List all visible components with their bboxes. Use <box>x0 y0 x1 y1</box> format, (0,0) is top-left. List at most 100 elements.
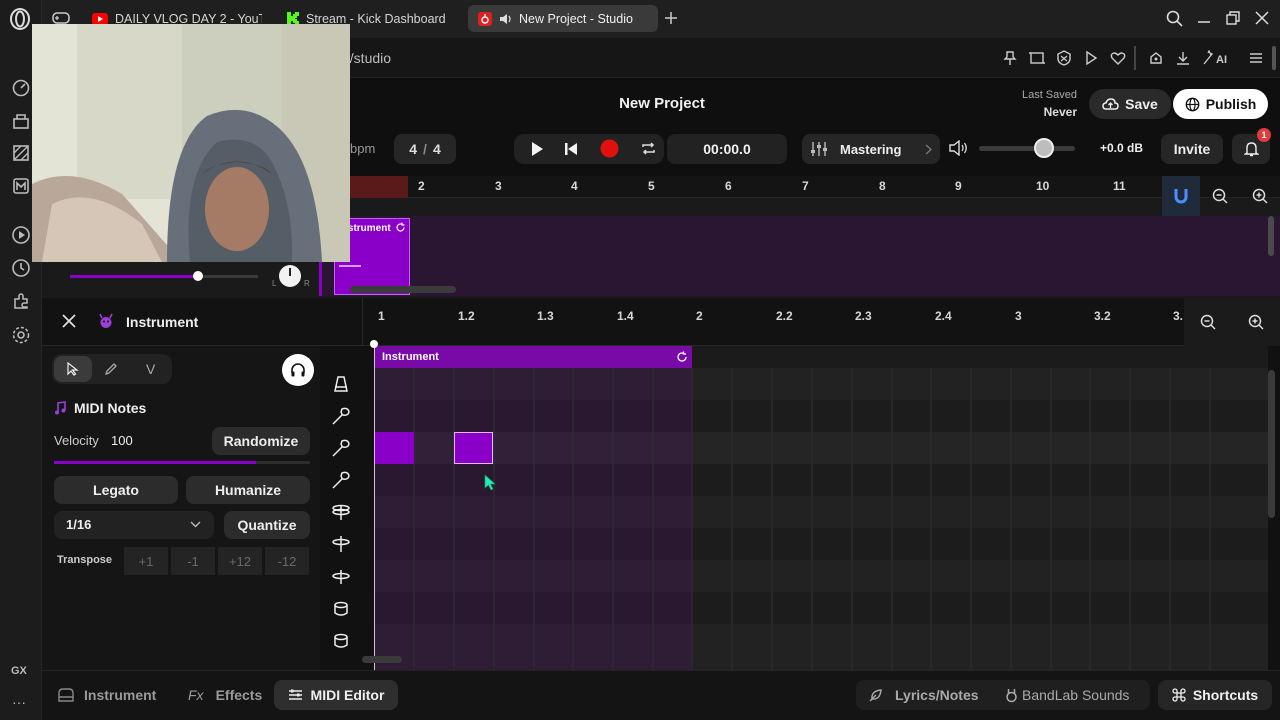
project-title[interactable]: New Project <box>562 95 762 112</box>
quantize-button[interactable]: Quantize <box>224 511 310 539</box>
editor-region-header[interactable]: Instrument <box>374 346 692 368</box>
close-window-icon[interactable] <box>1254 10 1270 26</box>
preview-headphones-button[interactable] <box>282 354 314 386</box>
extensions-icon[interactable] <box>11 291 31 311</box>
invite-button[interactable]: Invite <box>1161 134 1223 164</box>
volume-speaker-icon[interactable] <box>949 140 969 156</box>
velocity-slider[interactable] <box>54 461 310 464</box>
loop-icon[interactable] <box>640 140 657 157</box>
drumstick-icon[interactable] <box>330 469 352 491</box>
drumstick-icon[interactable] <box>330 405 352 427</box>
gamepad-icon[interactable] <box>52 11 70 25</box>
midi-note-selected[interactable] <box>454 432 493 464</box>
editor-ruler-label: 3. <box>1173 309 1184 323</box>
tab-midi-editor[interactable]: MIDI Editor <box>274 680 398 710</box>
zoom-out-icon[interactable] <box>1212 188 1228 204</box>
adblock-icon[interactable] <box>1056 50 1072 66</box>
master-volume-slider[interactable] <box>979 146 1075 151</box>
shortcuts-button[interactable]: Shortcuts <box>1158 680 1272 710</box>
ride-cymbal-icon[interactable] <box>330 565 352 587</box>
fx-icon: Fx <box>188 687 204 703</box>
ai-icon[interactable]: AI <box>1202 50 1230 66</box>
tab-bandlab-studio[interactable]: New Project - Studio <box>468 5 658 32</box>
gx-control-icon[interactable] <box>11 111 31 131</box>
play-icon[interactable] <box>530 141 544 157</box>
legato-button[interactable]: Legato <box>54 476 178 504</box>
drumstick-icon[interactable] <box>330 437 352 459</box>
track-volume-thumb[interactable] <box>193 271 203 281</box>
pan-knob[interactable] <box>279 265 301 287</box>
pin-icon[interactable] <box>1002 50 1018 66</box>
randomize-button[interactable]: Randomize <box>212 427 310 455</box>
search-icon[interactable] <box>1166 10 1183 27</box>
settings-gear-icon[interactable] <box>11 325 31 345</box>
download-icon[interactable] <box>1175 50 1191 66</box>
pan-knob-indicator <box>289 268 291 276</box>
bandlab-sounds-button[interactable]: BandLab Sounds <box>1004 680 1129 710</box>
heart-icon[interactable] <box>1110 50 1126 66</box>
scrollbar[interactable] <box>1272 46 1276 70</box>
velocity-tool[interactable]: V <box>146 361 155 377</box>
speed-dial-icon[interactable] <box>11 78 31 98</box>
cowbell-icon[interactable] <box>330 373 352 395</box>
tom-drum-icon[interactable] <box>330 598 352 620</box>
velocity-value[interactable]: 100 <box>111 433 133 448</box>
hihat-icon[interactable] <box>330 501 352 523</box>
playhead[interactable] <box>319 262 322 296</box>
transpose-minus-12-button[interactable]: -12 <box>265 547 309 575</box>
track-volume-fill <box>70 275 198 278</box>
grid-select[interactable]: 1/16 <box>54 511 214 539</box>
play-page-icon[interactable] <box>1083 50 1099 66</box>
editor-h-scrollbar[interactable] <box>362 656 402 663</box>
restore-icon[interactable] <box>1225 10 1241 26</box>
arrange-v-scrollbar[interactable] <box>1268 216 1274 256</box>
arrange-h-scrollbar[interactable] <box>350 286 456 293</box>
grid-select-value: 1/16 <box>66 517 92 532</box>
snapshot-icon[interactable] <box>1029 50 1045 66</box>
editor-ruler-label: 1 <box>378 309 385 323</box>
messenger-icon[interactable] <box>11 176 31 196</box>
new-tab-plus-icon[interactable] <box>664 11 678 25</box>
loop-range-marker[interactable] <box>350 176 408 198</box>
editor-v-scrollbar[interactable] <box>1268 370 1275 518</box>
opera-logo-icon[interactable] <box>9 8 31 30</box>
mastering-button[interactable]: Mastering <box>802 134 940 164</box>
tom-drum-icon[interactable] <box>330 630 352 652</box>
menu-lines-icon[interactable] <box>1248 50 1264 66</box>
midi-note[interactable] <box>374 432 414 464</box>
player-icon[interactable] <box>11 225 31 245</box>
editor-playhead[interactable] <box>374 346 375 670</box>
transpose-plus-12-button[interactable]: +12 <box>218 547 262 575</box>
minimize-icon[interactable] <box>1196 10 1212 26</box>
save-button[interactable]: Save <box>1089 89 1171 119</box>
editor-playhead-handle[interactable] <box>370 340 378 348</box>
bar-number-label: 2 <box>418 179 425 193</box>
wallet-icon[interactable] <box>1148 50 1164 66</box>
humanize-button[interactable]: Humanize <box>186 476 310 504</box>
snap-magnet-button[interactable] <box>1162 176 1200 216</box>
editor-zoom-in-icon[interactable] <box>1248 314 1264 330</box>
sidebar-more-icon[interactable]: ··· <box>12 694 26 710</box>
record-icon[interactable] <box>600 139 619 158</box>
publish-button[interactable]: Publish <box>1173 89 1268 119</box>
volume-slider-thumb[interactable] <box>1034 138 1054 158</box>
transpose-minus-1-button[interactable]: -1 <box>171 547 215 575</box>
editor-zoom-out-icon[interactable] <box>1200 314 1216 330</box>
piano-roll-grid[interactable]: Instrument <box>362 340 1268 670</box>
history-icon[interactable] <box>11 258 31 278</box>
tab-effects[interactable]: Fx Effects <box>188 679 262 711</box>
time-signature[interactable]: 4 / 4 <box>394 134 456 164</box>
close-editor-icon[interactable] <box>62 314 76 328</box>
track-lane[interactable] <box>320 216 1280 296</box>
gx-cleaner-icon[interactable] <box>11 143 31 163</box>
pencil-tool-icon[interactable] <box>104 362 118 376</box>
lyrics-notes-button[interactable]: Lyrics/Notes <box>868 680 979 710</box>
transpose-plus-1-button[interactable]: +1 <box>124 547 168 575</box>
cymbal-icon[interactable] <box>330 533 352 555</box>
tab-instrument[interactable]: Instrument <box>58 679 156 711</box>
pointer-tool-button[interactable] <box>54 356 92 382</box>
zoom-in-icon[interactable] <box>1252 188 1268 204</box>
skip-back-icon[interactable] <box>564 141 578 157</box>
loop-region-icon[interactable] <box>676 351 688 363</box>
chevron-down-icon <box>190 521 201 528</box>
